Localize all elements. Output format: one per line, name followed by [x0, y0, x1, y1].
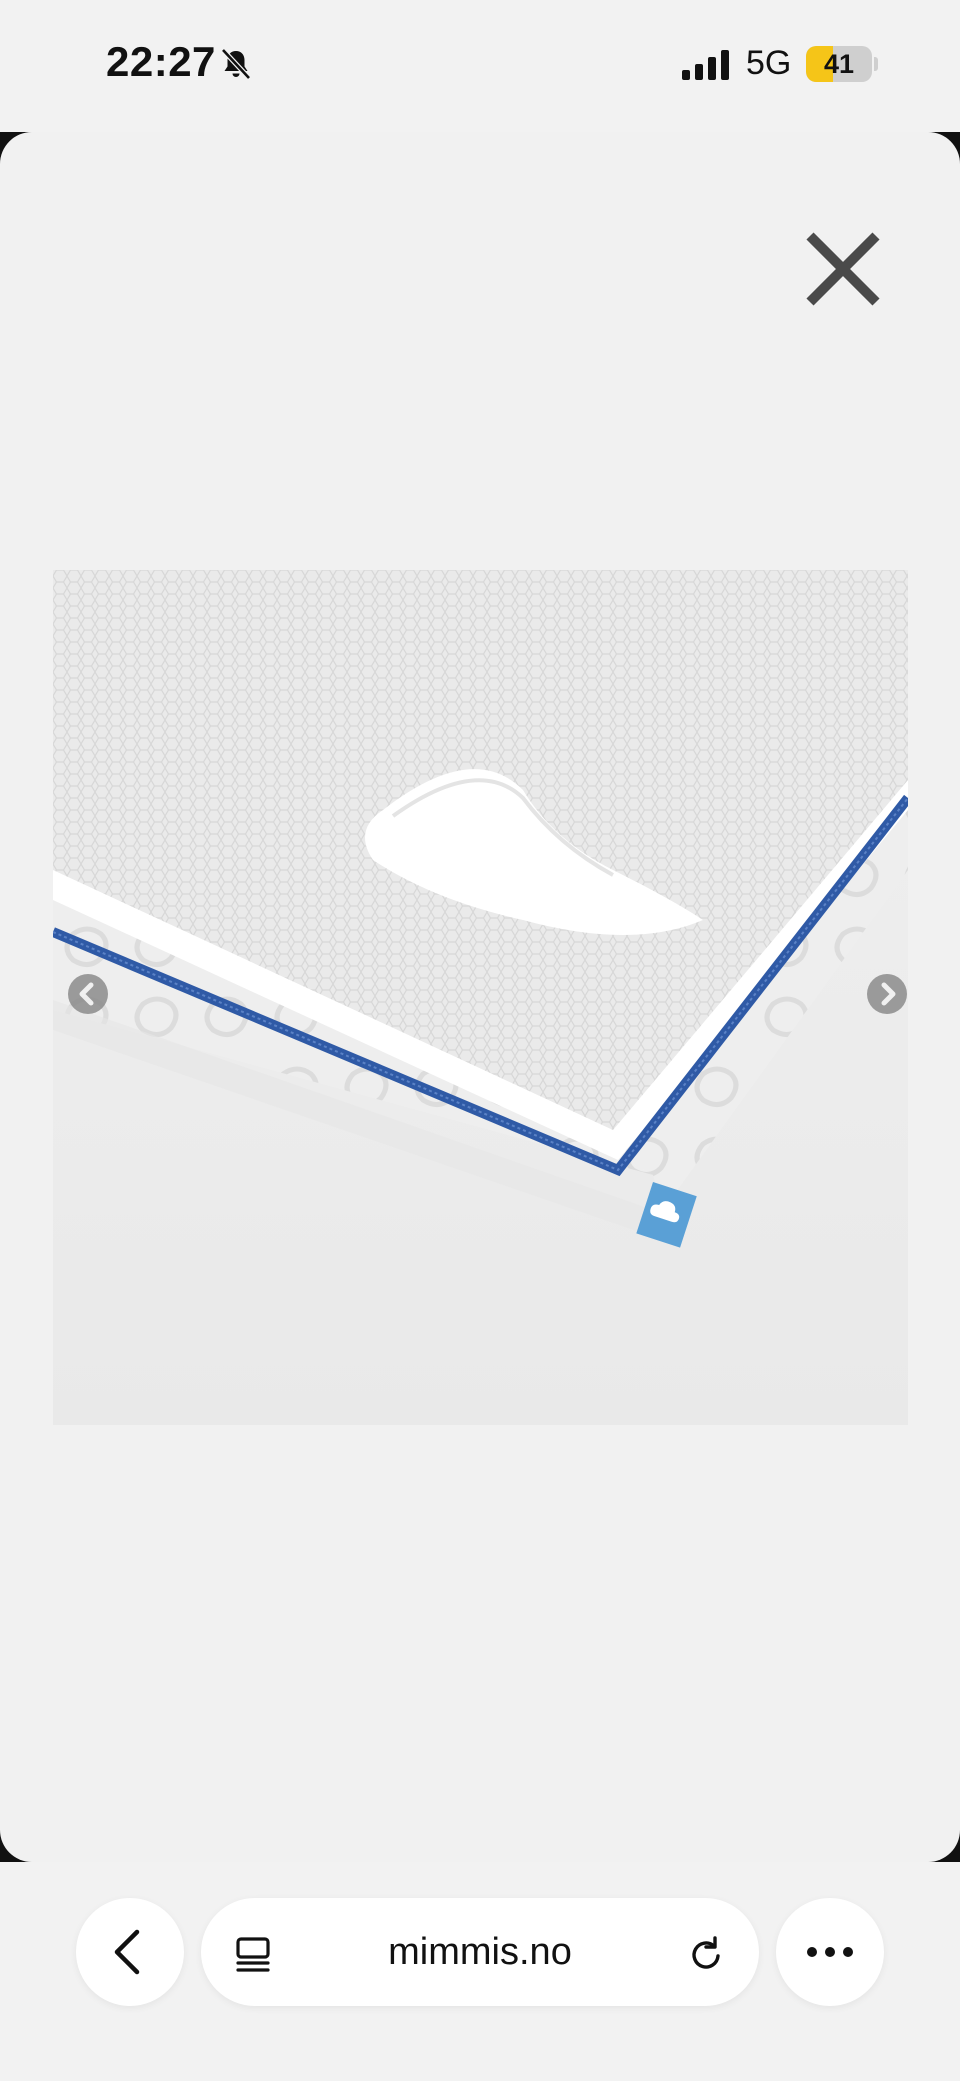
bell-slash-icon: [221, 48, 251, 80]
more-icon: [807, 1947, 853, 1957]
chevron-left-icon: [114, 1929, 140, 1975]
browser-toolbar: mimmis.no: [0, 1862, 960, 2081]
mattress-illustration: [53, 570, 908, 1425]
reload-icon[interactable]: [685, 1932, 729, 1976]
back-button[interactable]: [76, 1898, 184, 2006]
chevron-right-icon: [881, 982, 896, 1006]
close-icon[interactable]: [798, 224, 888, 314]
chevron-left-icon: [79, 982, 94, 1006]
screen: 22:27 5G 41 mimmis.no: [0, 0, 960, 2081]
previous-image-button[interactable]: [68, 974, 108, 1014]
address-bar[interactable]: mimmis.no: [201, 1898, 759, 2006]
battery-charging-icon: 41: [806, 46, 872, 82]
url-text[interactable]: mimmis.no: [301, 1898, 659, 2006]
next-image-button[interactable]: [867, 974, 907, 1014]
more-button[interactable]: [776, 1898, 884, 2006]
network-label: 5G: [746, 44, 792, 82]
battery-level: 41: [823, 49, 855, 79]
battery-cap: [874, 57, 878, 71]
status-bar: 22:27 5G 41: [0, 0, 960, 132]
product-image: [53, 570, 908, 1425]
status-time: 22:27: [106, 38, 216, 85]
image-viewer: [0, 132, 960, 1862]
cellular-signal-icon: [682, 50, 729, 80]
tabs-icon[interactable]: [231, 1932, 275, 1976]
